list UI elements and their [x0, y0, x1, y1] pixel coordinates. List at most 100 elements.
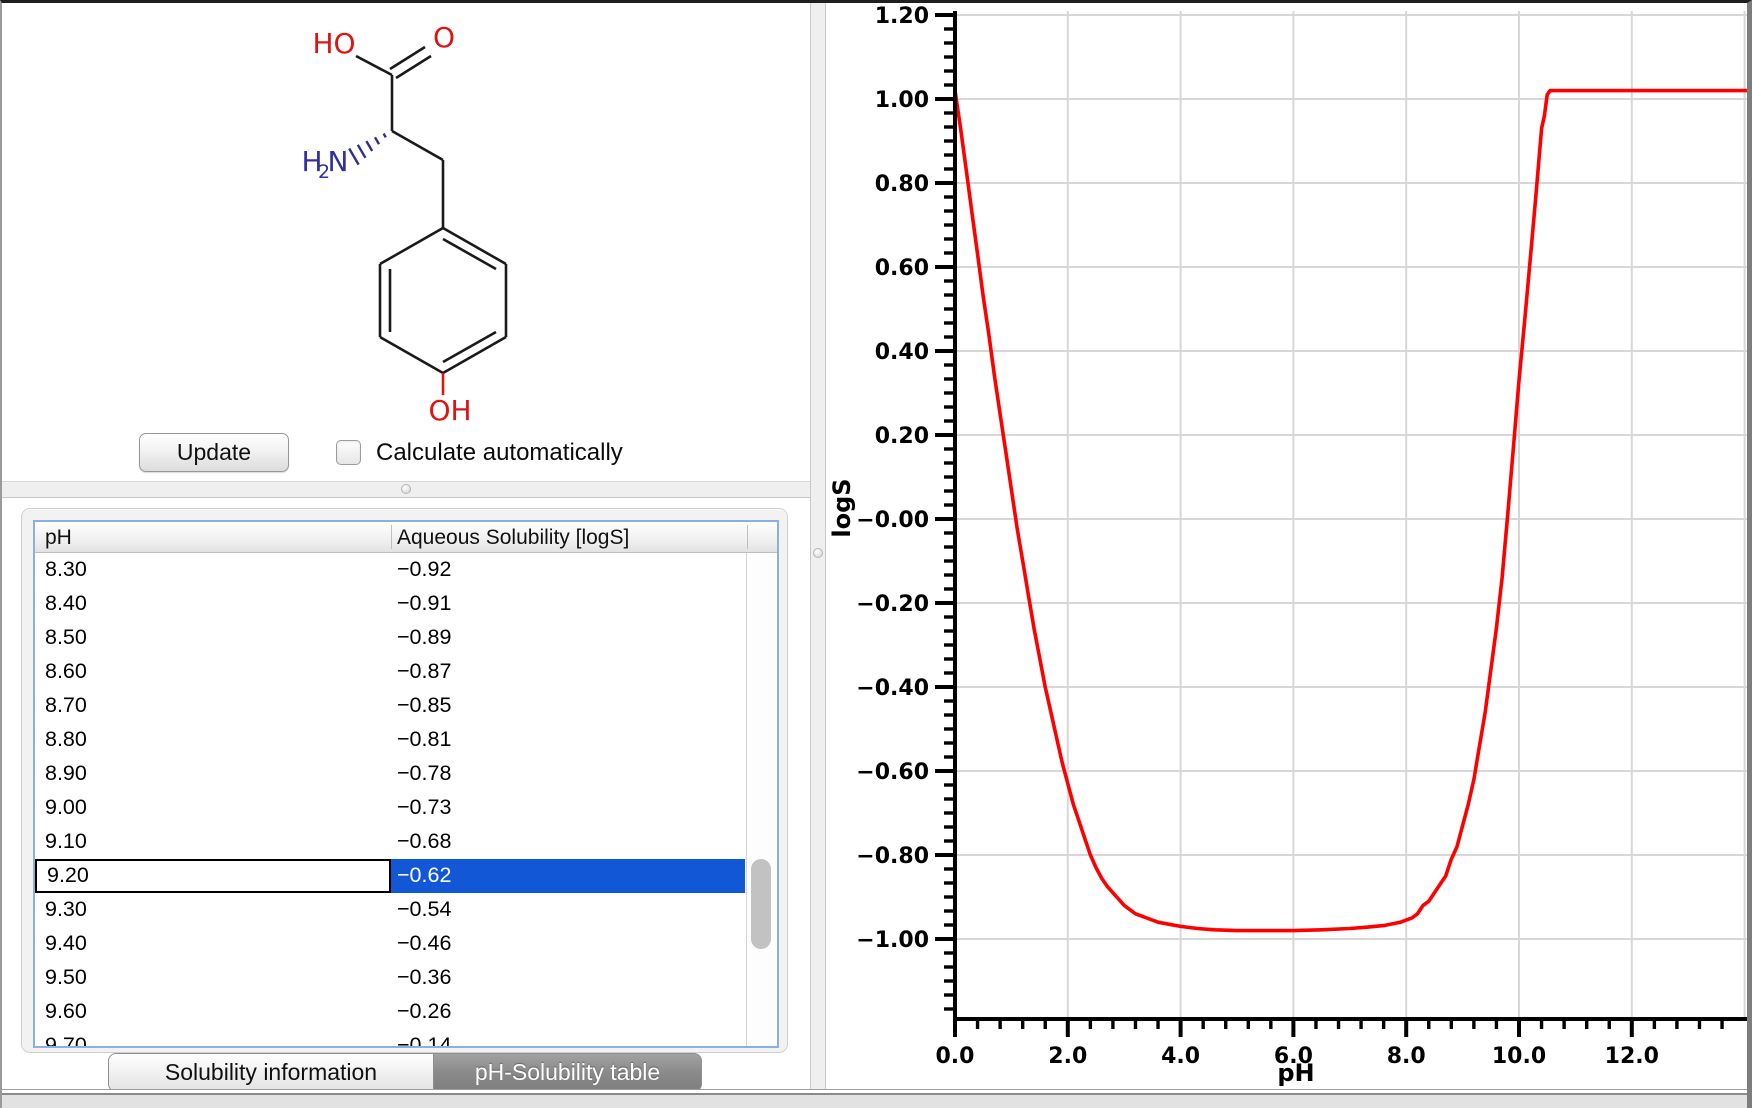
svg-text:−0.40: −0.40 — [856, 676, 929, 701]
vertical-splitter[interactable] — [810, 3, 826, 1089]
table-row[interactable]: 8.90−0.78 — [35, 757, 777, 791]
ph-solubility-chart: 1.201.000.800.600.400.20−0.00−0.20−0.40−… — [826, 3, 1749, 1099]
solubility-cell[interactable]: −0.62 — [391, 859, 745, 893]
bond-lines — [356, 47, 506, 395]
table-row[interactable]: 9.30−0.54 — [35, 893, 777, 927]
x-axis-title: pH — [1277, 1059, 1314, 1087]
y-axis-title: logS — [828, 478, 856, 537]
table-row[interactable]: 9.70−0.14 — [35, 1029, 777, 1048]
ph-cell[interactable]: 9.50 — [35, 961, 391, 995]
ph-cell[interactable]: 8.60 — [35, 655, 391, 689]
solubility-cell[interactable]: −0.36 — [391, 961, 745, 995]
svg-text:4.0: 4.0 — [1161, 1044, 1200, 1069]
svg-text:0.20: 0.20 — [875, 424, 929, 449]
atom-label-amine-n: N — [328, 145, 349, 178]
solubility-cell[interactable]: −0.26 — [391, 995, 745, 1029]
solubility-cell[interactable]: −0.87 — [391, 655, 745, 689]
tab-ph-solubility-table[interactable]: pH-Solubility table — [434, 1053, 702, 1092]
table-row[interactable]: 8.70−0.85 — [35, 689, 777, 723]
svg-text:10.0: 10.0 — [1492, 1044, 1546, 1069]
ph-cell[interactable]: 9.30 — [35, 893, 391, 927]
gridlines — [955, 11, 1749, 1019]
ph-cell[interactable]: 8.40 — [35, 587, 391, 621]
atom-label-o: O — [433, 21, 455, 54]
solubility-cell[interactable]: −0.91 — [391, 587, 745, 621]
column-header-solubility[interactable]: Aqueous Solubility [logS] — [397, 526, 697, 550]
solubility-predictor-window: HO O H 2 N OH Update Calculate automatic… — [0, 0, 1752, 1108]
calculate-automatically-checkbox[interactable] — [336, 440, 361, 465]
atom-labels: HO O H 2 N OH — [301, 21, 471, 427]
solubility-curve — [955, 91, 1749, 931]
svg-text:−0.80: −0.80 — [856, 844, 929, 869]
svg-text:−0.20: −0.20 — [856, 592, 929, 617]
svg-text:0.40: 0.40 — [875, 340, 929, 365]
x-axis-ticks — [955, 1019, 1722, 1037]
solubility-cell[interactable]: −0.46 — [391, 927, 745, 961]
solubility-cell[interactable]: −0.14 — [391, 1029, 745, 1048]
stereo-hash-wedge — [349, 134, 386, 165]
table-row[interactable]: 9.20−0.62 — [35, 859, 777, 893]
y-tick-labels: 1.201.000.800.600.400.20−0.00−0.20−0.40−… — [856, 4, 929, 953]
table-panel: pH Aqueous Solubility [logS] 8.30−0.928.… — [21, 508, 788, 1053]
table-row[interactable]: 9.10−0.68 — [35, 825, 777, 859]
calculate-automatically-label: Calculate automatically — [376, 439, 623, 467]
ph-cell[interactable]: 8.70 — [35, 689, 391, 723]
left-panel: HO O H 2 N OH Update Calculate automatic… — [2, 3, 810, 1089]
svg-text:0.80: 0.80 — [875, 172, 929, 197]
column-header-ph[interactable]: pH — [45, 526, 389, 550]
column-divider[interactable] — [391, 525, 392, 549]
splitter-handle-icon[interactable] — [813, 548, 823, 558]
solubility-cell[interactable]: −0.73 — [391, 791, 745, 825]
y-axis-ticks — [935, 15, 955, 1009]
column-divider[interactable] — [747, 525, 748, 549]
solubility-cell[interactable]: −0.68 — [391, 825, 745, 859]
update-button[interactable]: Update — [139, 433, 289, 472]
ph-cell[interactable]: 9.10 — [35, 825, 391, 859]
ph-cell[interactable]: 9.70 — [35, 1029, 391, 1048]
table-row[interactable]: 9.50−0.36 — [35, 961, 777, 995]
svg-text:1.20: 1.20 — [875, 4, 929, 29]
chart-panel: 1.201.000.800.600.400.20−0.00−0.20−0.40−… — [826, 3, 1749, 1099]
svg-text:0.60: 0.60 — [875, 256, 929, 281]
ph-cell[interactable]: 9.00 — [35, 791, 391, 825]
solubility-cell[interactable]: −0.81 — [391, 723, 745, 757]
table-scrollbar[interactable] — [746, 553, 777, 1046]
table-row[interactable]: 8.30−0.92 — [35, 553, 777, 587]
ph-cell[interactable]: 8.30 — [35, 553, 391, 587]
molecule-structure-tyrosine: HO O H 2 N OH — [2, 3, 810, 481]
table-row[interactable]: 8.40−0.91 — [35, 587, 777, 621]
tab-solubility-information[interactable]: Solubility information — [108, 1053, 434, 1092]
svg-text:1.00: 1.00 — [875, 88, 929, 113]
atom-label-ho: HO — [312, 27, 355, 60]
svg-text:8.0: 8.0 — [1387, 1044, 1426, 1069]
table-row[interactable]: 8.60−0.87 — [35, 655, 777, 689]
solubility-cell[interactable]: −0.85 — [391, 689, 745, 723]
table-body: 8.30−0.928.40−0.918.50−0.898.60−0.878.70… — [35, 553, 777, 1048]
svg-text:2.0: 2.0 — [1048, 1044, 1087, 1069]
axes — [953, 11, 1749, 1021]
horizontal-splitter[interactable] — [2, 481, 810, 498]
solubility-cell[interactable]: −0.92 — [391, 553, 745, 587]
scrollbar-thumb[interactable] — [751, 859, 771, 949]
table-row[interactable]: 9.40−0.46 — [35, 927, 777, 961]
svg-text:−0.60: −0.60 — [856, 760, 929, 785]
table-row[interactable]: 8.50−0.89 — [35, 621, 777, 655]
ph-cell[interactable]: 8.80 — [35, 723, 391, 757]
window-bottom-edge — [2, 1089, 1752, 1108]
table-row[interactable]: 8.80−0.81 — [35, 723, 777, 757]
table-row[interactable]: 9.00−0.73 — [35, 791, 777, 825]
ph-cell[interactable]: 9.40 — [35, 927, 391, 961]
ph-cell[interactable]: 8.90 — [35, 757, 391, 791]
solubility-cell[interactable]: −0.78 — [391, 757, 745, 791]
svg-text:0.0: 0.0 — [936, 1044, 975, 1069]
ph-cell[interactable]: 8.50 — [35, 621, 391, 655]
solubility-cell[interactable]: −0.89 — [391, 621, 745, 655]
table-header: pH Aqueous Solubility [logS] — [35, 522, 777, 553]
splitter-handle-icon[interactable] — [401, 484, 411, 494]
solubility-cell[interactable]: −0.54 — [391, 893, 745, 927]
ph-cell[interactable]: 9.60 — [35, 995, 391, 1029]
ph-cell[interactable]: 9.20 — [35, 859, 391, 893]
ph-solubility-table: pH Aqueous Solubility [logS] 8.30−0.928.… — [33, 520, 779, 1048]
table-row[interactable]: 9.60−0.26 — [35, 995, 777, 1029]
svg-text:12.0: 12.0 — [1605, 1044, 1659, 1069]
